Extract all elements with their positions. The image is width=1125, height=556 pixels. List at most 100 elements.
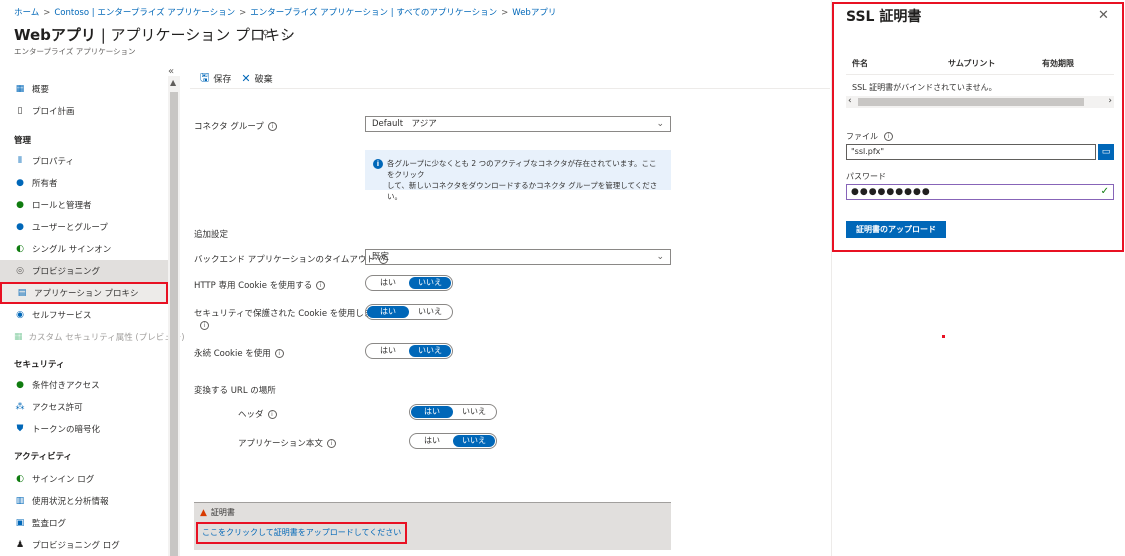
sidebar-item-usage-insights[interactable]: ▥ 使用状況と分析情報 [0,490,168,512]
toggle-yes[interactable]: はい [367,277,409,289]
file-label: ファイル i [846,131,893,142]
title-actions: ⚲ … [262,29,293,40]
sidebar-item-overview[interactable]: ▦ 概要 [0,78,168,100]
permissions-icon: ⁂ [15,402,25,412]
persistent-cookie-label: 永続 Cookie を使用 i [194,347,284,359]
sidebar-item-permissions[interactable]: ⁂ アクセス許可 [0,396,168,418]
toggle-no[interactable]: いいえ [409,306,451,318]
nav-section-manage: 管理 [14,136,32,146]
breadcrumb-all-apps[interactable]: エンタープライズ アプリケーション | すべてのアプリケーション [250,8,497,18]
toggle-no[interactable]: いいえ [453,435,495,447]
persistent-cookie-toggle[interactable]: はい いいえ [365,343,453,359]
save-button[interactable]: 🖫 保存 [200,69,231,88]
browse-folder-icon[interactable]: ▭ [1098,144,1114,160]
column-expiry[interactable]: 有効期限 [1042,58,1074,69]
http-cookie-toggle[interactable]: はい いいえ [365,275,453,291]
connector-group-select[interactable]: Default アジア ⌄ [365,116,671,132]
person-icon: ♟ [15,540,25,550]
warning-icon: ▲ [200,508,207,518]
breadcrumb: ホーム > Contoso | エンタープライズ アプリケーション > エンタープライズ… [14,8,557,18]
app-body-toggle[interactable]: はい いいえ [409,433,497,449]
column-subject[interactable]: 件名 [852,58,868,69]
password-input[interactable]: ●●●●●●●●● ✓ [846,184,1114,200]
save-icon: 🖫 [200,71,210,84]
toggle-no[interactable]: いいえ [409,277,451,289]
role-icon: ● [16,200,24,210]
toggle-yes[interactable]: はい [411,435,453,447]
upload-certificate-link[interactable]: ここをクリックして証明書をアップロードしてください [196,522,408,544]
scrollbar-thumb[interactable] [858,98,1084,106]
sidebar-item-self-service[interactable]: ◉ セルフサービス [0,304,168,326]
sidebar-item-conditional-access[interactable]: ● 条件付きアクセス [0,374,168,396]
info-icon[interactable]: i [326,439,336,448]
people-icon: ● [16,178,24,188]
chevron-left-icon[interactable]: ‹ [848,96,852,106]
book-icon: ▯ [17,106,23,116]
info-icon[interactable]: i [200,321,209,330]
secure-cookie-label: セキュリティで保護された Cookie を使用します i [194,309,381,330]
info-icon[interactable]: i [274,349,284,358]
timeout-select[interactable]: 既定 ⌄ [365,249,671,265]
password-label: パスワード [846,172,886,181]
breadcrumb-contoso[interactable]: Contoso | エンタープライズ アプリケーション [54,8,235,18]
panel-title: SSL 証明書 [846,9,922,25]
chevron-right-icon[interactable]: › [1108,96,1112,106]
file-input[interactable]: "ssl.pfx" [846,144,1096,160]
sidebar-item-provisioning-logs[interactable]: ♟ プロビジョニング ログ [0,534,168,556]
breadcrumb-webapp[interactable]: Webアプリ [512,8,556,18]
sidebar-item-provisioning[interactable]: ◎ プロビジョニング [0,260,168,282]
toolbar: 🖫 保存 ✕ 破棄 [200,69,273,88]
info-icon[interactable]: i [267,410,277,419]
sidebar-item-app-proxy[interactable]: ▤ アプリケーション プロキシ [0,282,168,304]
more-icon[interactable]: … [283,29,293,40]
table-horizontal-scrollbar[interactable]: ‹ › [846,96,1114,108]
sidebar-item-audit-logs[interactable]: ▣ 監査ログ [0,512,168,534]
scrollbar-thumb[interactable] [170,92,178,556]
pin-icon[interactable]: ⚲ [262,29,269,40]
sidebar-item-deployment-plan[interactable]: ▯ プロイ計画 [0,100,168,122]
toggle-no[interactable]: いいえ [453,406,495,418]
sidebar-item-owners[interactable]: ● 所有者 [0,172,168,194]
sidebar-item-custom-attributes[interactable]: ▦ カスタム セキュリティ属性 (プレビュー) [0,326,185,348]
upload-certificate-button[interactable]: 証明書のアップロード [846,221,946,238]
info-icon[interactable]: i [267,122,277,131]
connector-group-label: コネクタ グループ i [194,120,277,132]
sidebar-item-roles[interactable]: ● ロールと管理者 [0,194,168,216]
empty-certificates-message: SSL 証明書がバインドされていません。 [852,83,997,92]
chevron-down-icon: ⌄ [656,119,664,129]
sidebar-item-token-encryption[interactable]: ⛊ トークンの暗号化 [0,418,168,440]
audit-icon: ▣ [15,518,25,528]
column-thumbprint[interactable]: サムプリント [948,58,995,69]
toggle-yes[interactable]: はい [367,345,409,357]
self-service-icon: ◉ [16,310,24,320]
users-icon: ● [16,222,24,232]
secure-cookie-toggle[interactable]: はい いいえ [365,304,453,320]
scroll-up-icon[interactable]: ▲ [170,78,176,87]
info-icon[interactable]: i [316,281,326,290]
headers-label: ヘッダ i [238,408,277,420]
toggle-no[interactable]: いいえ [409,345,451,357]
sidebar-item-signin-logs[interactable]: ◐ サインイン ログ [0,468,168,490]
discard-button[interactable]: ✕ 破棄 [241,72,272,85]
sidebar-scrollbar[interactable]: ▲ [168,76,180,556]
close-icon[interactable]: ✕ [1098,8,1109,23]
table-header-divider [846,74,1114,75]
toolbar-divider [190,88,830,89]
cursor-marker [942,335,945,338]
sidebar-item-properties[interactable]: ⦀ プロパティ [0,150,168,172]
headers-toggle[interactable]: はい いいえ [409,404,497,420]
sidebar-item-users-groups[interactable]: ● ユーザーとグループ [0,216,168,238]
connector-info-box[interactable]: i 各グループに少なくとも 2 つのアクティブなコネクタが存在されています。ここ… [365,150,671,201]
info-circle-icon: i [373,159,383,169]
nav-section-security: セキュリティ [14,360,65,370]
breadcrumb-home[interactable]: ホーム [14,8,39,18]
toggle-yes[interactable]: はい [411,406,453,418]
nav-section-activity: アクティビティ [14,452,73,462]
toggle-yes[interactable]: はい [367,306,409,318]
sidebar-item-sso[interactable]: ◐ シングル サインオン [0,238,168,260]
app-proxy-icon: ▤ [17,288,27,298]
ssl-panel-highlight [832,2,1124,252]
timeout-label: バックエンド アプリケーションのタイムアウト i [194,253,388,265]
page-title: Webアプリ | アプリケーション プロキシ [14,26,295,44]
info-icon[interactable]: i [884,132,893,141]
